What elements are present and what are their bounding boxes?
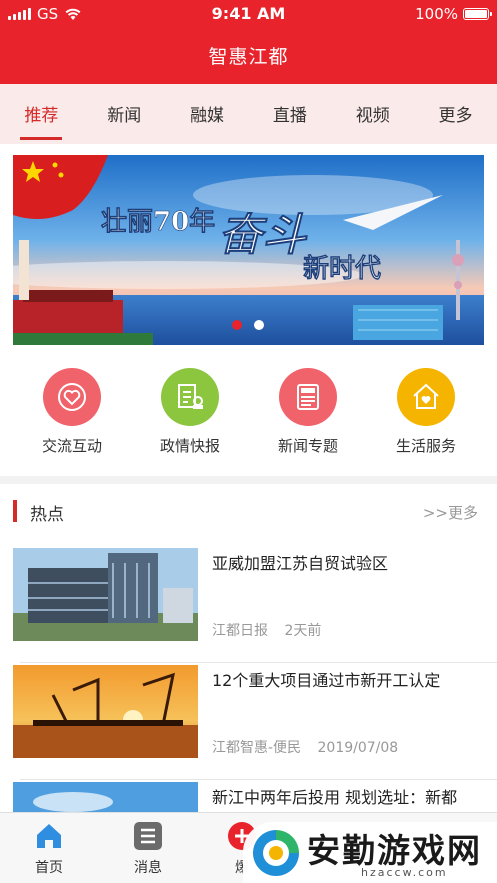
news-meta: 江都日报 2天前	[212, 620, 321, 640]
site-watermark: 安勤游戏网 hzaccw.com	[243, 822, 497, 883]
tabbar-label: 首页	[35, 860, 63, 876]
section-accent-bar	[13, 500, 17, 522]
heart-chat-icon	[43, 368, 101, 426]
tab-news[interactable]: 新闻	[83, 84, 166, 144]
tab-more[interactable]: 更多	[414, 84, 497, 144]
home-icon	[34, 821, 64, 851]
carousel-dot-2[interactable]	[254, 320, 264, 330]
newspaper-icon	[279, 368, 337, 426]
news-source: 江都智惠-便民	[212, 740, 302, 756]
quick-menu: 交流互动 政情快报 新闻专题 生活服务	[0, 368, 497, 458]
hot-section-header: 热点 >>更多	[0, 497, 497, 527]
quick-item-interaction[interactable]: 交流互动	[22, 368, 122, 456]
battery-percent: 100%	[415, 5, 458, 23]
banner-headline: 壮丽70年	[101, 206, 215, 237]
hot-more-link[interactable]: >>更多	[423, 502, 478, 523]
news-title: 新江中两年后投用 规划选址：新都	[212, 788, 458, 807]
banner-image: 壮丽70年 奋斗 新时代	[13, 155, 484, 345]
news-source: 江都日报	[212, 623, 268, 639]
status-bar: GS 9:41 AM 100%	[0, 0, 497, 28]
banner-subline: 新时代	[303, 253, 381, 284]
news-separator	[20, 662, 497, 663]
news-time: 2天前	[284, 623, 322, 639]
app-title: 智惠江都	[208, 46, 289, 68]
home-heart-icon	[397, 368, 455, 426]
news-title: 亚威加盟江苏自贸试验区	[212, 554, 389, 573]
app-screen: GS 9:41 AM 100% 智惠江都 推荐 新闻 融媒 直播 视频 更多 壮…	[0, 0, 497, 883]
news-separator	[20, 779, 497, 780]
quick-label: 政情快报	[159, 437, 220, 455]
tabbar-home[interactable]: 首页	[19, 821, 79, 877]
news-time: 2019/07/08	[317, 740, 399, 756]
watermark-url: hzaccw.com	[361, 866, 448, 879]
watermark-text: 安勤游戏网	[307, 831, 482, 870]
news-meta: 江都智惠-便民 2019/07/08	[212, 737, 398, 757]
tab-live[interactable]: 直播	[248, 84, 331, 144]
hot-section-title: 热点	[30, 505, 64, 525]
battery-icon	[463, 8, 492, 20]
tab-media[interactable]: 融媒	[166, 84, 249, 144]
quick-item-life-service[interactable]: 生活服务	[376, 368, 476, 456]
tab-recommend[interactable]: 推荐	[0, 84, 83, 144]
carousel-dot-1[interactable]	[232, 320, 242, 330]
tabbar-label: 消息	[134, 860, 162, 876]
quick-item-news-topics[interactable]: 新闻专题	[258, 368, 358, 456]
news-thumbnail	[13, 548, 198, 641]
watermark-logo	[253, 830, 299, 876]
tabbar-messages[interactable]: 消息	[118, 821, 178, 877]
quick-label: 生活服务	[395, 437, 456, 455]
government-report-icon	[161, 368, 219, 426]
app-header: GS 9:41 AM 100% 智惠江都	[0, 0, 497, 84]
banner-carousel[interactable]: 壮丽70年 奋斗 新时代	[13, 155, 484, 345]
news-thumbnail	[13, 665, 198, 758]
quick-label: 新闻专题	[277, 437, 338, 455]
channel-tabs: 推荐 新闻 融媒 直播 视频 更多	[0, 84, 497, 144]
quick-item-gov-report[interactable]: 政情快报	[140, 368, 240, 456]
status-right: 100%	[415, 5, 492, 23]
banner-script-text: 奋斗	[218, 210, 308, 261]
section-divider	[0, 476, 497, 484]
tab-video[interactable]: 视频	[331, 84, 414, 144]
news-item[interactable]: 亚威加盟江苏自贸试验区 江都日报 2天前	[0, 548, 497, 663]
news-item[interactable]: 12个重大项目通过市新开工认定 江都智惠-便民 2019/07/08	[0, 665, 497, 780]
news-title: 12个重大项目通过市新开工认定	[212, 671, 441, 690]
quick-label: 交流互动	[41, 437, 102, 455]
list-icon	[133, 821, 163, 851]
